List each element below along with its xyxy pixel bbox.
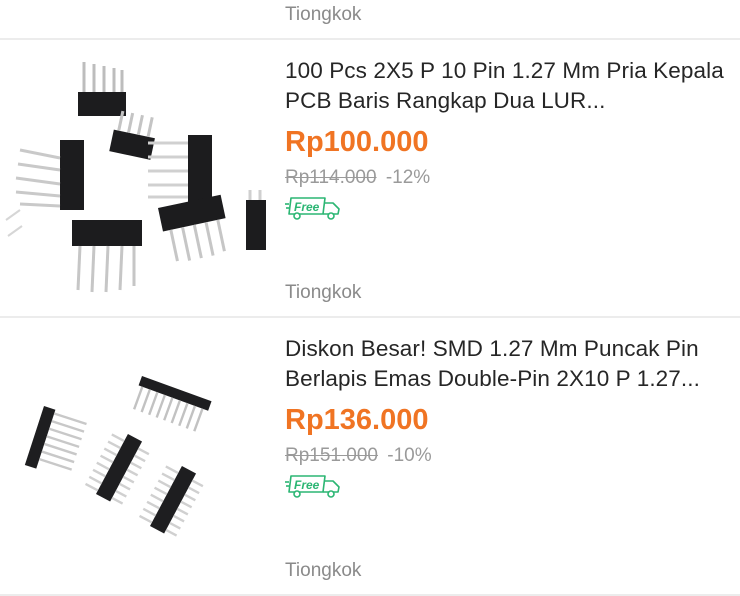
- product-card[interactable]: 100 Pcs 2X5 P 10 Pin 1.27 Mm Pria Kepala…: [0, 40, 740, 316]
- price-comparison: Rp114.000 -12%: [285, 166, 735, 190]
- product-title[interactable]: Diskon Besar! SMD 1.27 Mm Puncak Pin Ber…: [285, 334, 735, 394]
- free-label: Free: [294, 478, 320, 492]
- free-shipping-truck-icon: Free: [285, 197, 340, 220]
- free-shipping-badge: Free: [285, 472, 345, 500]
- product-title[interactable]: 100 Pcs 2X5 P 10 Pin 1.27 Mm Pria Kepala…: [285, 56, 735, 116]
- smd-pin-header-image: [24, 376, 212, 537]
- original-price: Rp151.000: [285, 445, 378, 466]
- free-shipping-badge: Free: [285, 194, 345, 222]
- product-image[interactable]: [0, 318, 270, 588]
- discount-percent: -12%: [385, 167, 431, 188]
- product-location: Tiongkok: [285, 4, 362, 25]
- discount-percent: -10%: [387, 445, 432, 466]
- product-info: Diskon Besar! SMD 1.27 Mm Puncak Pin Ber…: [285, 318, 735, 594]
- right-angle-pin-header-image: [5, 62, 266, 293]
- product-image[interactable]: [0, 40, 270, 310]
- price-comparison: Rp151.000 -10%: [285, 444, 735, 468]
- previous-product-tail[interactable]: Tiongkok: [0, 0, 740, 38]
- free-shipping-truck-icon: Free: [285, 475, 340, 498]
- product-card[interactable]: Diskon Besar! SMD 1.27 Mm Puncak Pin Ber…: [0, 318, 740, 594]
- free-label: Free: [294, 200, 320, 214]
- product-location: Tiongkok: [285, 560, 362, 581]
- product-price: Rp100.000: [285, 126, 429, 158]
- product-price: Rp136.000: [285, 404, 429, 436]
- product-location: Tiongkok: [285, 282, 362, 303]
- product-info: 100 Pcs 2X5 P 10 Pin 1.27 Mm Pria Kepala…: [285, 40, 735, 316]
- original-price: Rp114.000: [285, 167, 377, 188]
